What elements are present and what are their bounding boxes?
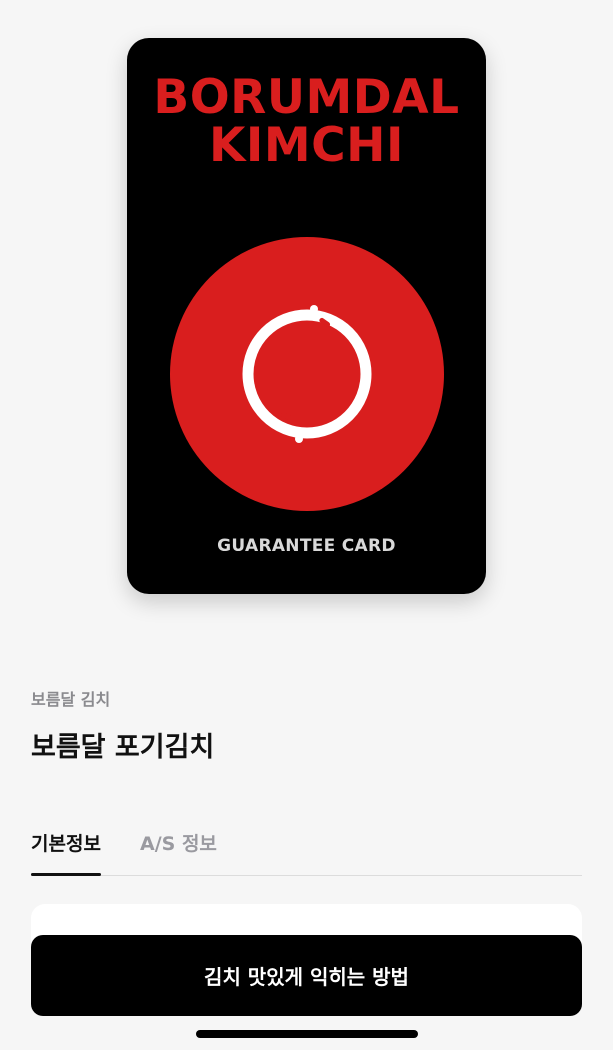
red-circle-ring-icon — [169, 236, 445, 512]
product-brand: 보름달 김치 — [31, 690, 111, 709]
tab-as-info[interactable]: A/S 정보 — [140, 828, 217, 874]
card-brand-line2: KIMCHI — [209, 118, 404, 173]
emblem-red-disc — [170, 237, 444, 511]
emblem-ring-dot-top — [310, 305, 318, 313]
home-indicator[interactable] — [196, 1030, 418, 1038]
tab-basic-info[interactable]: 기본정보 — [31, 828, 101, 876]
kimchi-ripening-guide-button[interactable]: 김치 맛있게 익히는 방법 — [31, 935, 582, 1016]
card-brand-text: BORUMDAL KIMCHI — [127, 74, 486, 170]
card-footer-text: GUARANTEE CARD — [217, 536, 396, 556]
product-title: 보름달 포기김치 — [31, 732, 215, 763]
emblem-ring-dot-bottom — [295, 435, 303, 443]
card-brand-line1: BORUMDAL — [153, 70, 460, 125]
guarantee-card: BORUMDAL KIMCHI GUARANTEE CARD — [127, 38, 486, 594]
info-tabs: 기본정보 A/S 정보 — [31, 828, 582, 876]
